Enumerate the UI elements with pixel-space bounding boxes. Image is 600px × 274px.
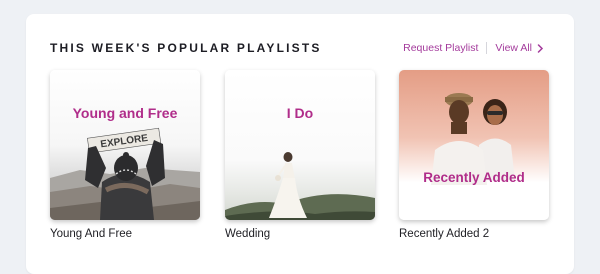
popular-playlists-panel: THIS WEEK'S POPULAR PLAYLISTS Request Pl…: [26, 14, 574, 274]
playlist-card-young-and-free[interactable]: EXPLORE Young and Free Young And Free: [50, 70, 200, 240]
section-title: THIS WEEK'S POPULAR PLAYLISTS: [50, 41, 322, 55]
cover-title: Recently Added: [423, 170, 525, 185]
cover-title: I Do: [286, 105, 314, 121]
actions-divider: [486, 42, 488, 54]
cover-title: Young and Free: [72, 105, 178, 121]
playlist-cover-wedding[interactable]: I Do: [225, 70, 375, 220]
wedding-photo: [225, 70, 375, 220]
playlist-cover-recently-added[interactable]: Recently Added: [399, 70, 549, 220]
playlist-name[interactable]: Young And Free: [50, 228, 200, 240]
view-all-link[interactable]: View All: [495, 42, 532, 54]
playlist-name[interactable]: Recently Added 2: [399, 228, 549, 240]
playlist-card-wedding[interactable]: I Do Wedding: [225, 70, 375, 240]
playlist-cover-young-and-free[interactable]: EXPLORE Young and Free: [50, 70, 200, 220]
playlist-name[interactable]: Wedding: [225, 228, 375, 240]
explore-photo: EXPLORE: [50, 70, 200, 220]
section-actions: Request Playlist View All: [403, 42, 544, 54]
playlist-card-recently-added[interactable]: Recently Added Recently Added 2: [399, 70, 549, 240]
request-playlist-link[interactable]: Request Playlist: [403, 42, 478, 54]
couple-photo: [399, 70, 549, 220]
chevron-right-icon[interactable]: [537, 43, 544, 53]
